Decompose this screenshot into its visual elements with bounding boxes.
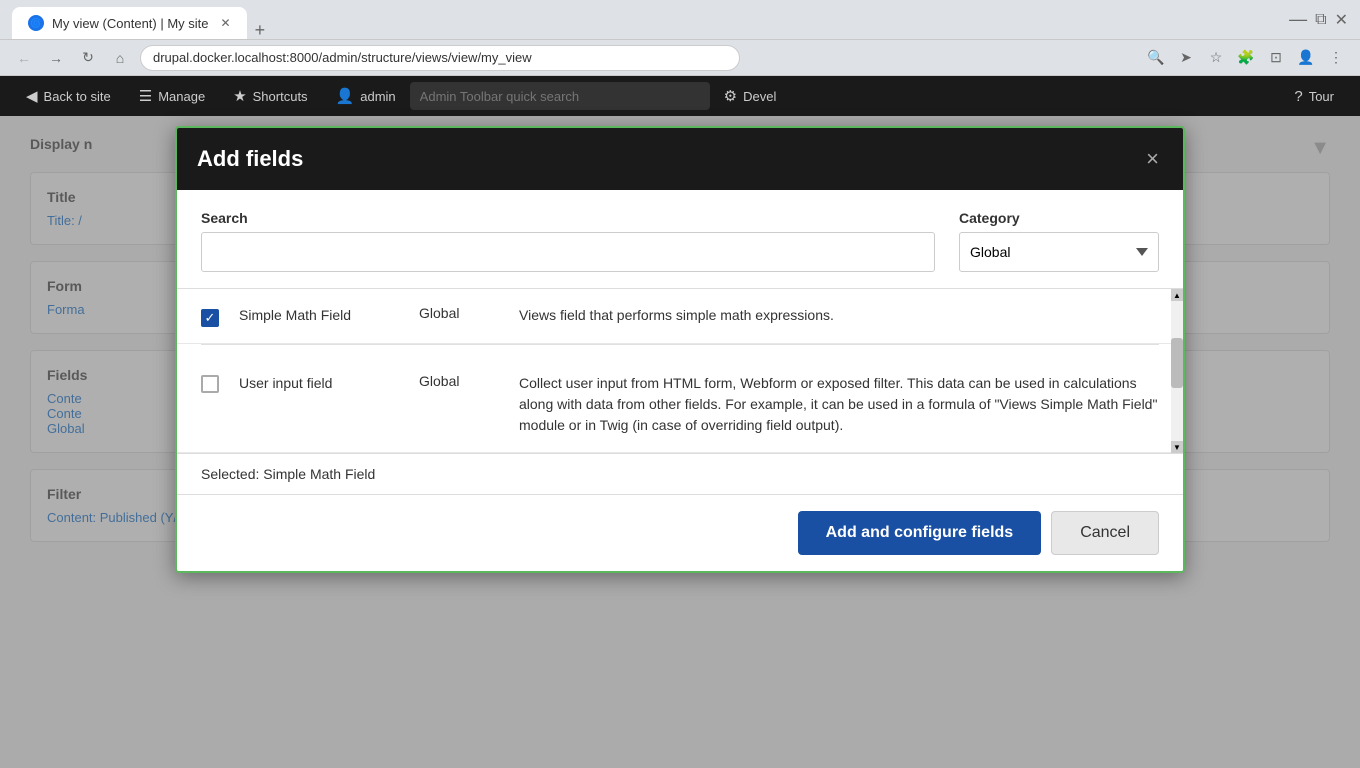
- forward-button[interactable]: →: [44, 46, 68, 70]
- menu-lines-icon: ☰: [139, 87, 152, 105]
- shortcuts-label: Shortcuts: [253, 89, 308, 104]
- user-icon: 👤: [336, 87, 355, 105]
- modal-header: Add fields ×: [177, 128, 1183, 190]
- browser-tab-bar: 🌀 My view (Content) | My site ✕ + — ⧉ ✕: [0, 0, 1360, 40]
- search-group: Search: [201, 210, 935, 272]
- back-icon: ◀: [26, 87, 38, 105]
- modal-footer: Add and configure fields Cancel: [177, 495, 1183, 571]
- gear-icon: ⚙: [724, 87, 737, 105]
- search-icon[interactable]: 🔍: [1144, 46, 1168, 70]
- fields-list: ✓ Simple Math Field Global Views field t…: [177, 289, 1183, 453]
- modal-overlay: Add fields × Search Category Global Cont…: [0, 116, 1360, 768]
- share-icon[interactable]: ➤: [1174, 46, 1198, 70]
- field-row-user-input: User input field Global Collect user inp…: [177, 345, 1183, 453]
- scrollbar-thumb[interactable]: [1171, 338, 1183, 388]
- site-favicon: 🌀: [28, 15, 44, 31]
- devel-label: Devel: [743, 89, 776, 104]
- toolbar-search-input[interactable]: [410, 82, 710, 110]
- address-bar: ← → ↻ ⌂ 🔍 ➤ ☆ 🧩 ⊡ 👤 ⋮: [0, 40, 1360, 76]
- minimize-window[interactable]: —: [1289, 9, 1307, 30]
- category-label: Category: [959, 210, 1159, 226]
- back-button[interactable]: ←: [12, 46, 36, 70]
- add-fields-modal: Add fields × Search Category Global Cont…: [175, 126, 1185, 573]
- category-select[interactable]: Global Content User Taxonomy Custom: [959, 232, 1159, 272]
- split-view-icon[interactable]: ⊡: [1264, 46, 1288, 70]
- simple-math-field-category: Global: [419, 305, 499, 321]
- simple-math-field-name: Simple Math Field: [239, 305, 399, 326]
- selected-field-label: Selected: Simple Math Field: [177, 453, 1183, 495]
- modal-title: Add fields: [197, 146, 303, 172]
- modal-search-area: Search Category Global Content User Taxo…: [177, 190, 1183, 289]
- close-window[interactable]: ✕: [1335, 10, 1348, 30]
- profile-icon[interactable]: 👤: [1294, 46, 1318, 70]
- toolbar-search-container: [410, 82, 710, 110]
- user-input-field-name: User input field: [239, 373, 399, 394]
- scroll-down-arrow[interactable]: ▼: [1171, 441, 1183, 453]
- field-row-simple-math: ✓ Simple Math Field Global Views field t…: [177, 289, 1183, 344]
- cancel-button[interactable]: Cancel: [1051, 511, 1159, 555]
- help-tour-button[interactable]: ? Tour: [1280, 76, 1348, 116]
- reload-button[interactable]: ↻: [76, 46, 100, 70]
- tab-title: My view (Content) | My site: [52, 16, 209, 31]
- bookmark-icon[interactable]: ☆: [1204, 46, 1228, 70]
- restore-window[interactable]: ⧉: [1315, 11, 1326, 29]
- add-configure-button[interactable]: Add and configure fields: [798, 511, 1042, 555]
- scroll-up-arrow[interactable]: ▲: [1171, 289, 1183, 301]
- user-input-field-description: Collect user input from HTML form, Webfo…: [519, 373, 1159, 436]
- user-input-checkbox[interactable]: [201, 375, 219, 393]
- close-tab-button[interactable]: ✕: [221, 16, 231, 30]
- devel-button[interactable]: ⚙ Devel: [710, 76, 791, 116]
- admin-user-button[interactable]: 👤 admin: [322, 76, 410, 116]
- manage-menu-button[interactable]: ☰ Manage: [125, 76, 219, 116]
- active-tab[interactable]: 🌀 My view (Content) | My site ✕: [12, 7, 247, 39]
- admin-label: admin: [360, 89, 395, 104]
- user-input-field-category: Global: [419, 373, 499, 389]
- home-button[interactable]: ⌂: [108, 46, 132, 70]
- url-input[interactable]: [140, 45, 740, 71]
- simple-math-checkbox[interactable]: ✓: [201, 309, 219, 327]
- back-to-site-label: Back to site: [44, 89, 111, 104]
- modal-close-button[interactable]: ×: [1142, 144, 1163, 174]
- tour-label: Tour: [1309, 89, 1334, 104]
- new-tab-button[interactable]: +: [255, 21, 266, 39]
- back-to-site-button[interactable]: ◀ Back to site: [12, 76, 125, 116]
- category-group: Category Global Content User Taxonomy Cu…: [959, 210, 1159, 272]
- simple-math-field-description: Views field that performs simple math ex…: [519, 305, 1159, 326]
- menu-icon[interactable]: ⋮: [1324, 46, 1348, 70]
- star-icon: ★: [233, 87, 246, 105]
- help-icon: ?: [1294, 88, 1302, 105]
- shortcuts-button[interactable]: ★ Shortcuts: [219, 76, 321, 116]
- admin-toolbar: ◀ Back to site ☰ Manage ★ Shortcuts 👤 ad…: [0, 76, 1360, 116]
- scrollbar-track: ▲ ▼: [1171, 289, 1183, 453]
- extensions-icon[interactable]: 🧩: [1234, 46, 1258, 70]
- search-input[interactable]: [201, 232, 935, 272]
- manage-label: Manage: [158, 89, 205, 104]
- search-label: Search: [201, 210, 935, 226]
